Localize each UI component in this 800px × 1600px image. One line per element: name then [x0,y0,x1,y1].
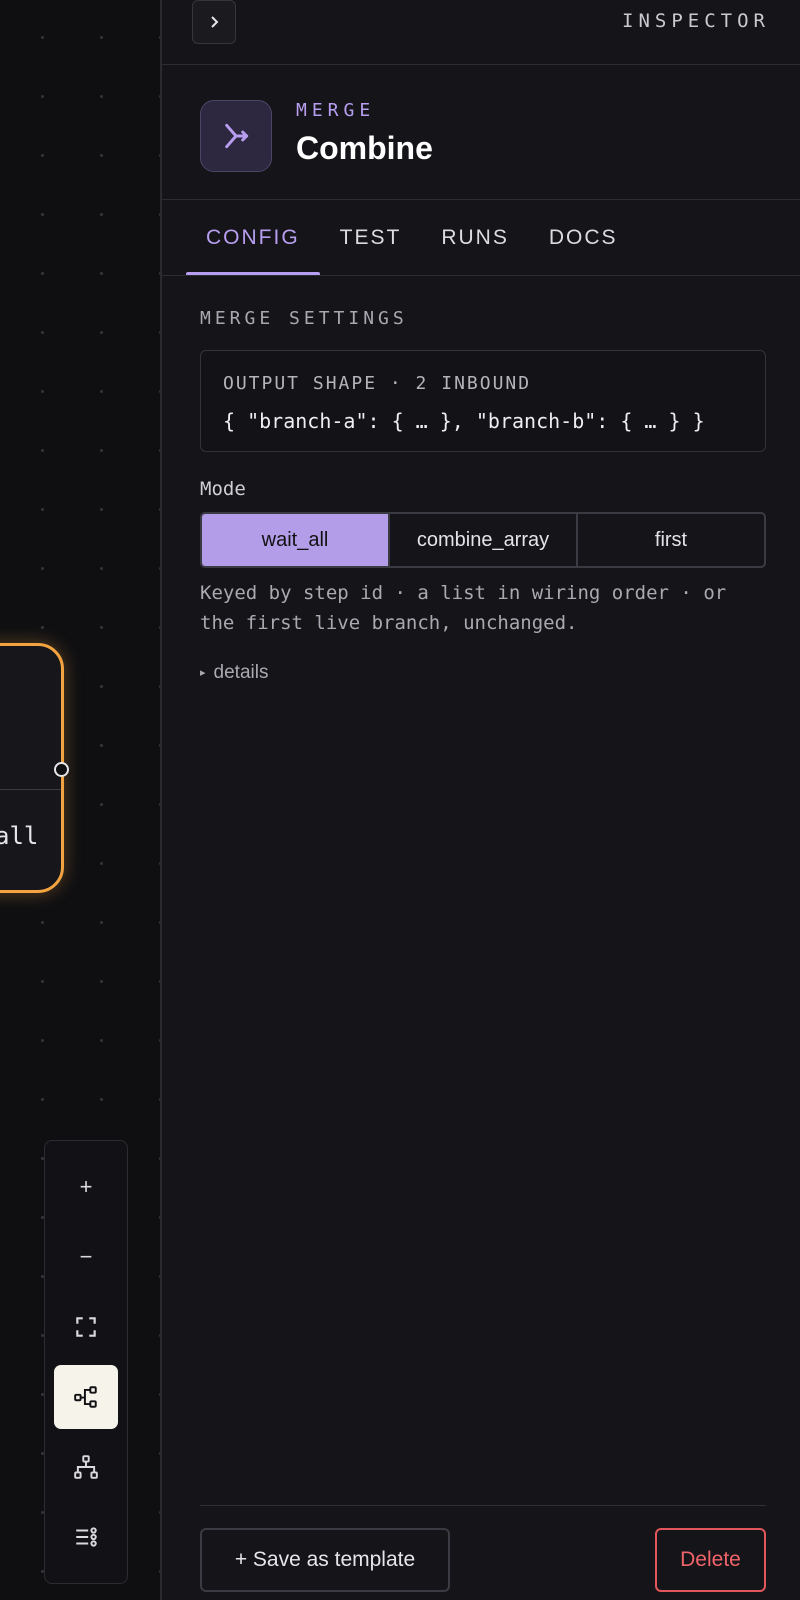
merge-icon [200,100,272,172]
section-title: MERGE SETTINGS [200,308,408,329]
node-kind-label: MERGE [296,100,376,121]
tab-docs[interactable]: DOCS [529,200,638,276]
details-toggle[interactable]: ▸ details [200,662,268,684]
mode-option-combine-array[interactable]: combine_array [390,514,578,566]
zoom-in-button[interactable]: + [54,1155,118,1219]
inspector-title: INSPECTOR [622,10,770,32]
workflow-canvas[interactable]: all + − [0,0,160,1600]
inspector-panel: INSPECTOR MERGE Combine CONFIG TEST RUNS… [160,0,800,1600]
mode-option-first[interactable]: first [578,514,764,566]
minus-icon: − [79,1244,93,1269]
node-mode-text: all [0,822,39,850]
mode-option-wait-all[interactable]: wait_all [202,514,390,566]
inspector-tabs: CONFIG TEST RUNS DOCS [186,200,638,276]
delete-button[interactable]: Delete [655,1528,766,1592]
mode-help-text: Keyed by step id · a list in wiring orde… [200,582,727,634]
output-shape-label: OUTPUT SHAPE · 2 INBOUND [223,373,532,394]
zoom-out-button[interactable]: − [54,1225,118,1289]
tab-config[interactable]: CONFIG [186,200,320,276]
tab-runs[interactable]: RUNS [421,200,529,276]
node-name[interactable]: Combine [296,130,433,167]
node-divider [0,789,61,790]
output-shape-value: { "branch-a": { … }, "branch-b": { … } } [223,409,705,433]
details-label: details [213,662,269,683]
save-as-template-button[interactable]: + Save as template [200,1528,450,1592]
output-shape-box: OUTPUT SHAPE · 2 INBOUND { "branch-a": {… [200,350,766,452]
header-divider [162,64,800,65]
horizontal-layout-icon [74,1386,97,1408]
plus-icon: + [79,1174,93,1199]
tabs-divider [162,275,800,276]
footer-divider [200,1505,766,1506]
list-view-button[interactable] [54,1505,118,1569]
mode-segmented-control: wait_all combine_array first [200,512,766,568]
mode-label: Mode [200,478,246,500]
tab-test[interactable]: TEST [320,200,422,276]
collapse-panel-button[interactable] [192,0,236,44]
triangle-right-icon: ▸ [200,667,206,679]
list-icon [76,1527,97,1547]
fit-view-icon [76,1317,96,1337]
chevron-right-icon [211,16,219,28]
horizontal-layout-button[interactable] [54,1365,118,1429]
node-output-port[interactable] [54,762,69,777]
vertical-layout-button[interactable] [54,1435,118,1499]
fit-view-button[interactable] [54,1295,118,1359]
vertical-layout-icon [74,1455,98,1479]
canvas-toolbar: + − [44,1140,128,1584]
